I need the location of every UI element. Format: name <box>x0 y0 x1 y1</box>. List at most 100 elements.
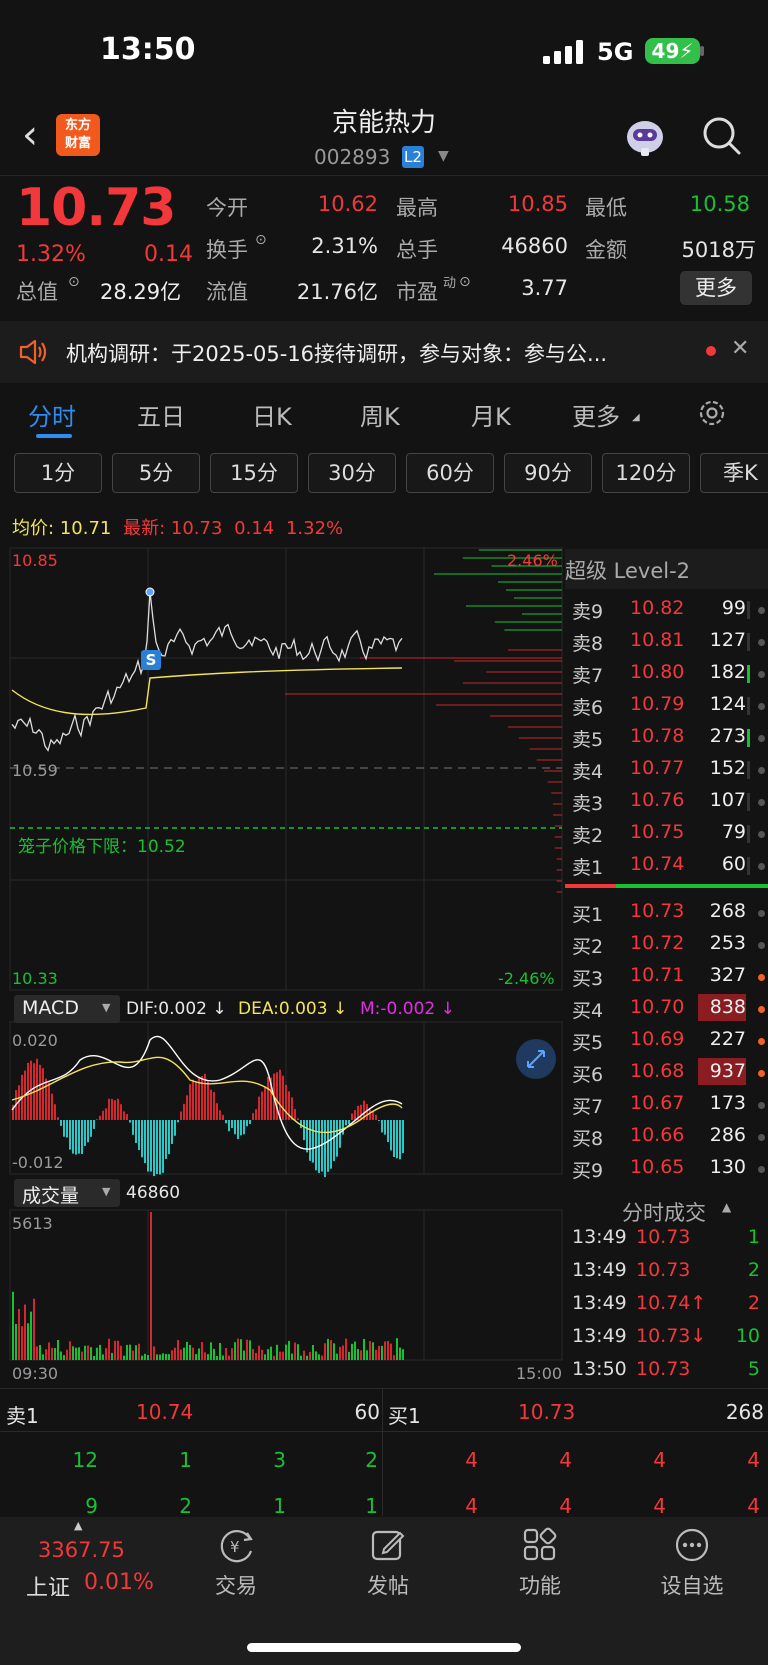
volume-bar <box>225 1348 227 1360</box>
tick-volume: 5 <box>747 1358 760 1380</box>
interval-120min[interactable]: 120分 <box>602 453 690 493</box>
volume-bar <box>372 1342 374 1360</box>
nav-features[interactable]: 功能 <box>500 1570 580 1600</box>
bid-price[interactable]: 10.66 <box>630 1124 684 1146</box>
ask-price[interactable]: 10.75 <box>630 821 684 843</box>
interval-5min[interactable]: 5分 <box>112 453 200 493</box>
info-icon[interactable]: ⊙ <box>68 274 80 290</box>
more-button[interactable]: 更多 <box>680 271 752 305</box>
ask-side-bar <box>747 697 750 715</box>
search-icon[interactable] <box>700 114 744 158</box>
bid-label: 买9 <box>572 1160 604 1182</box>
tab-intraday[interactable]: 分时 <box>28 397 76 432</box>
volume-bar <box>153 1346 155 1360</box>
nav-add-watchlist[interactable]: 设自选 <box>650 1570 734 1600</box>
amount-value: 5018万 <box>681 238 756 262</box>
features-icon[interactable] <box>522 1527 558 1563</box>
index-name[interactable]: 上证 <box>26 1570 70 1602</box>
volume-bar <box>210 1342 212 1360</box>
index-value[interactable]: 3367.75 <box>38 1538 125 1562</box>
bid-price[interactable]: 10.68 <box>630 1060 684 1082</box>
ticks-title[interactable]: 分时成交 <box>622 1197 706 1227</box>
ask-price[interactable]: 10.77 <box>630 757 684 779</box>
close-icon[interactable]: ✕ <box>731 336 749 361</box>
signal-marker[interactable]: S <box>141 650 161 670</box>
bid-price[interactable]: 10.65 <box>630 1156 684 1178</box>
chevron-up-icon[interactable]: ▲ <box>722 1200 731 1214</box>
macd-bar-negative <box>381 1120 383 1133</box>
level2-title[interactable]: 超级 Level-2 <box>565 555 765 585</box>
ask-dot <box>758 863 765 870</box>
macd-bar-negative <box>327 1120 329 1172</box>
robot-assistant-icon[interactable] <box>622 115 668 159</box>
interval-quarter-k[interactable]: 季K <box>700 453 768 493</box>
ask-price[interactable]: 10.78 <box>630 725 684 747</box>
bid-label: 买4 <box>572 1000 604 1022</box>
macd-bar-negative <box>168 1120 170 1155</box>
bid-price[interactable]: 10.69 <box>630 1028 684 1050</box>
buy-queue-value: 4 <box>559 1448 572 1472</box>
bid-price[interactable]: 10.73 <box>630 900 684 922</box>
more-dots-icon[interactable] <box>674 1527 710 1563</box>
status-time: 13:50 <box>100 32 196 67</box>
battery-cap <box>700 46 704 56</box>
interval-60min[interactable]: 60分 <box>406 453 494 493</box>
volume-bar <box>126 1344 128 1360</box>
macd-bar-positive <box>222 1114 224 1120</box>
volume-bar <box>111 1352 113 1360</box>
volume-bar <box>231 1348 233 1360</box>
chevron-up-icon[interactable]: ▲ <box>74 1519 82 1532</box>
market-cap-value: 28.29亿 <box>100 280 182 304</box>
macd-bar-positive <box>255 1109 257 1120</box>
volume-bar <box>279 1351 281 1360</box>
macd-selector[interactable]: MACD ▼ <box>14 995 120 1023</box>
volume-value: 46860 <box>501 234 568 258</box>
bid-price[interactable]: 10.72 <box>630 932 684 954</box>
index-pct[interactable]: 0.01% <box>84 1570 154 1595</box>
ask-price[interactable]: 10.76 <box>630 789 684 811</box>
interval-15min[interactable]: 15分 <box>210 453 298 493</box>
volume-bar <box>54 1348 56 1360</box>
ask-price[interactable]: 10.74 <box>630 853 684 875</box>
high-point-dot <box>145 587 155 597</box>
interval-90min[interactable]: 90分 <box>504 453 592 493</box>
ask-price[interactable]: 10.81 <box>630 629 684 651</box>
trade-icon[interactable]: ¥ <box>217 1527 257 1565</box>
bid-price[interactable]: 10.67 <box>630 1092 684 1114</box>
tab-five-day[interactable]: 五日 <box>137 397 185 432</box>
tick-time: 13:49 <box>572 1226 627 1248</box>
volume-bar <box>345 1338 347 1360</box>
post-icon[interactable] <box>370 1527 406 1563</box>
ask-price[interactable]: 10.80 <box>630 661 684 683</box>
volume-bar <box>24 1304 26 1360</box>
gear-icon[interactable] <box>696 397 728 429</box>
tab-more[interactable]: 更多 <box>572 397 620 432</box>
bid-price[interactable]: 10.71 <box>630 964 684 986</box>
macd-bar-negative <box>63 1120 65 1137</box>
volume-bar <box>120 1345 122 1360</box>
bid-price[interactable]: 10.70 <box>630 996 684 1018</box>
tab-monthly-k[interactable]: 月K <box>471 397 511 432</box>
tab-weekly-k[interactable]: 周K <box>360 397 400 432</box>
l2-badge[interactable]: L2 <box>402 146 424 168</box>
info-icon[interactable]: ⊙ <box>459 274 471 290</box>
volume-selector[interactable]: 成交量 ▼ <box>14 1179 120 1207</box>
interval-30min[interactable]: 30分 <box>308 453 396 493</box>
ask-price[interactable]: 10.79 <box>630 693 684 715</box>
nav-post[interactable]: 发帖 <box>348 1570 428 1600</box>
tick-time: 13:49 <box>572 1292 627 1314</box>
bid-volume: 838 <box>709 996 746 1018</box>
macd-bar-negative <box>159 1120 161 1175</box>
sum-sell-label: 卖1 <box>6 1404 39 1428</box>
news-text[interactable]: 机构调研：于2025-05-16接待调研，参与对象：参与公... <box>66 338 681 368</box>
interval-1min[interactable]: 1分 <box>14 453 102 493</box>
nav-trade[interactable]: 交易 <box>196 1570 276 1600</box>
expand-icon[interactable] <box>516 1039 556 1079</box>
volume-bar <box>378 1345 380 1360</box>
chevron-down-icon[interactable]: ▼ <box>438 148 449 164</box>
macd-bar-positive <box>360 1104 362 1120</box>
info-icon[interactable]: ⊙ <box>255 232 267 248</box>
pct-high-label: 2.46% <box>507 551 558 570</box>
tab-daily-k[interactable]: 日K <box>252 397 292 432</box>
ask-price[interactable]: 10.82 <box>630 597 684 619</box>
